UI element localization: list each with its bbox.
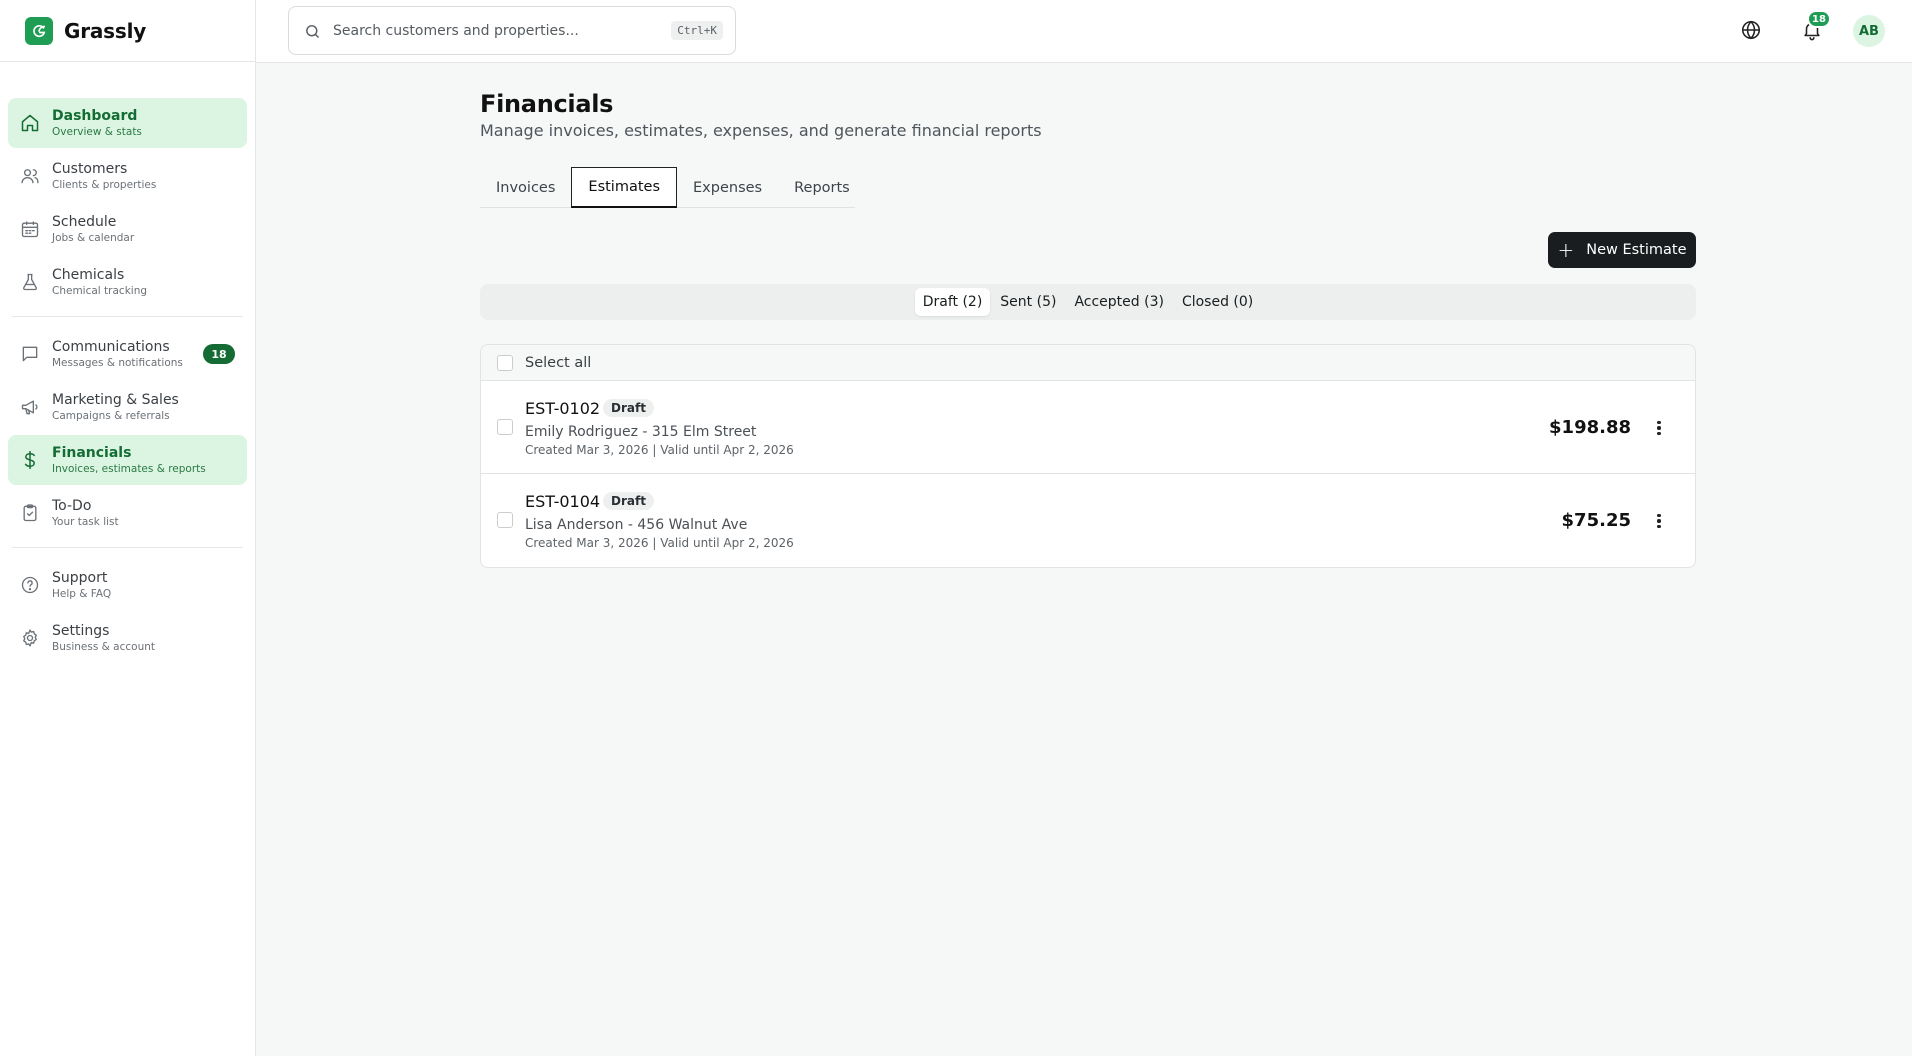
list-item[interactable]: EST-0102 Draft Emily Rodriguez - 315 Elm… <box>481 381 1695 474</box>
sidebar-item-financials[interactable]: Financials Invoices, estimates & reports <box>8 435 247 485</box>
page-subtitle: Manage invoices, estimates, expenses, an… <box>480 121 1042 140</box>
sidebar-item-sublabel: Clients & properties <box>52 178 157 191</box>
estimate-amount: $198.88 <box>1549 417 1631 438</box>
sidebar-item-label: Dashboard <box>52 107 138 124</box>
new-estimate-button[interactable]: + New Estimate <box>1548 232 1696 268</box>
sidebar-item-sublabel: Overview & stats <box>52 125 142 138</box>
sidebar-item-schedule[interactable]: Schedule Jobs & calendar <box>8 204 247 254</box>
row-checkbox[interactable] <box>497 419 513 435</box>
search-icon <box>306 25 319 38</box>
estimate-customer: Emily Rodriguez - 315 Elm Street <box>525 424 757 440</box>
estimate-number: EST-0104 <box>525 492 601 511</box>
sidebar-item-dashboard[interactable]: Dashboard Overview & stats <box>8 98 247 148</box>
sidebar-item-sublabel: Business & account <box>52 640 155 653</box>
sidebar-item-label: Marketing & Sales <box>52 391 179 408</box>
nav-divider <box>12 316 243 317</box>
new-estimate-label: New Estimate <box>1586 242 1687 258</box>
sidebar-item-marketing[interactable]: Marketing & Sales Campaigns & referrals <box>8 382 247 432</box>
sidebar-item-label: Support <box>52 569 108 586</box>
status-filter-bar: Draft (2) Sent (5) Accepted (3) Closed (… <box>480 284 1696 320</box>
estimate-dates: Created Mar 3, 2026 | Valid until Apr 2,… <box>525 443 794 457</box>
filter-closed[interactable]: Closed (0) <box>1174 288 1261 316</box>
calendar-icon <box>21 221 39 238</box>
more-options-icon[interactable] <box>1653 511 1665 531</box>
sidebar-item-label: Settings <box>52 622 110 639</box>
search-input[interactable] <box>333 22 663 39</box>
sidebar-item-label: Customers <box>52 160 128 177</box>
sidebar-item-sublabel: Jobs & calendar <box>52 231 135 244</box>
app-name: Grassly <box>64 18 147 43</box>
help-icon <box>21 576 39 594</box>
select-all-checkbox[interactable] <box>497 354 513 371</box>
home-icon <box>21 114 39 132</box>
tab-reports[interactable]: Reports <box>778 167 866 208</box>
gear-icon <box>23 629 37 647</box>
select-all-label: Select all <box>525 354 592 371</box>
message-icon <box>22 346 38 362</box>
list-item[interactable]: EST-0104 Draft Lisa Anderson - 456 Walnu… <box>481 474 1695 567</box>
page-title: Financials <box>480 90 614 118</box>
nav-divider <box>12 547 243 548</box>
list-header: Select all <box>481 345 1695 381</box>
dollar-icon <box>24 450 35 470</box>
sidebar-item-label: To-Do <box>52 497 92 514</box>
sidebar-item-label: Schedule <box>52 213 117 230</box>
sidebar-item-sublabel: Campaigns & referrals <box>52 409 170 422</box>
sidebar-item-todo[interactable]: To-Do Your task list <box>8 488 247 538</box>
sidebar-item-chemicals[interactable]: Chemicals Chemical tracking <box>8 257 247 307</box>
filter-accepted[interactable]: Accepted (3) <box>1066 288 1172 316</box>
plus-icon: + <box>1557 238 1575 262</box>
status-badge: Draft <box>603 399 654 417</box>
financials-tabs: Invoices Estimates Expenses Reports <box>480 167 855 208</box>
more-options-icon[interactable] <box>1653 418 1665 438</box>
brand[interactable]: Grassly <box>0 0 255 62</box>
sidebar: Grassly Dashboard Overview & stats Custom… <box>0 0 256 1056</box>
clipboard-icon <box>23 504 37 522</box>
tab-invoices[interactable]: Invoices <box>480 167 571 208</box>
sidebar-item-sublabel: Invoices, estimates & reports <box>52 462 206 475</box>
estimate-amount: $75.25 <box>1561 510 1631 531</box>
sidebar-item-communications[interactable]: Communications Messages & notifications 1… <box>8 329 247 379</box>
filter-draft[interactable]: Draft (2) <box>914 288 991 316</box>
search-box[interactable]: Ctrl+K <box>288 6 736 55</box>
grassly-logo-icon <box>25 16 53 45</box>
estimate-customer: Lisa Anderson - 456 Walnut Ave <box>525 517 748 533</box>
sidebar-item-label: Chemicals <box>52 266 125 283</box>
sidebar-item-sublabel: Your task list <box>52 515 119 528</box>
sidebar-item-sublabel: Help & FAQ <box>52 587 112 600</box>
estimate-number: EST-0102 <box>525 399 601 418</box>
search-shortcut-hint: Ctrl+K <box>671 21 723 40</box>
sidebar-item-sublabel: Messages & notifications <box>52 356 183 369</box>
users-icon <box>21 169 39 184</box>
tab-estimates[interactable]: Estimates <box>571 167 678 208</box>
top-bar: Ctrl+K 18 AB <box>256 0 1912 63</box>
globe-icon[interactable] <box>1740 19 1762 41</box>
sidebar-item-sublabel: Chemical tracking <box>52 284 148 297</box>
estimates-list: Select all EST-0102 Draft Emily Rodrigue… <box>480 344 1696 568</box>
sidebar-item-customers[interactable]: Customers Clients & properties <box>8 151 247 201</box>
sidebar-item-label: Financials <box>52 444 132 461</box>
sidebar-item-label: Communications <box>52 338 170 355</box>
sidebar-nav: Dashboard Overview & stats Customers Clien… <box>0 62 255 663</box>
sidebar-item-settings[interactable]: Settings Business & account <box>8 613 247 663</box>
tab-expenses[interactable]: Expenses <box>677 167 778 208</box>
status-badge: Draft <box>603 492 654 510</box>
sidebar-item-support[interactable]: Support Help & FAQ <box>8 560 247 610</box>
megaphone-icon <box>21 400 38 415</box>
filter-sent[interactable]: Sent (5) <box>992 288 1064 316</box>
communications-badge: 18 <box>203 344 235 364</box>
estimate-dates: Created Mar 3, 2026 | Valid until Apr 2,… <box>525 536 794 550</box>
avatar[interactable]: AB <box>1853 15 1885 47</box>
row-checkbox[interactable] <box>497 512 513 528</box>
notification-count-badge: 18 <box>1807 10 1831 28</box>
flask-icon <box>23 273 37 291</box>
